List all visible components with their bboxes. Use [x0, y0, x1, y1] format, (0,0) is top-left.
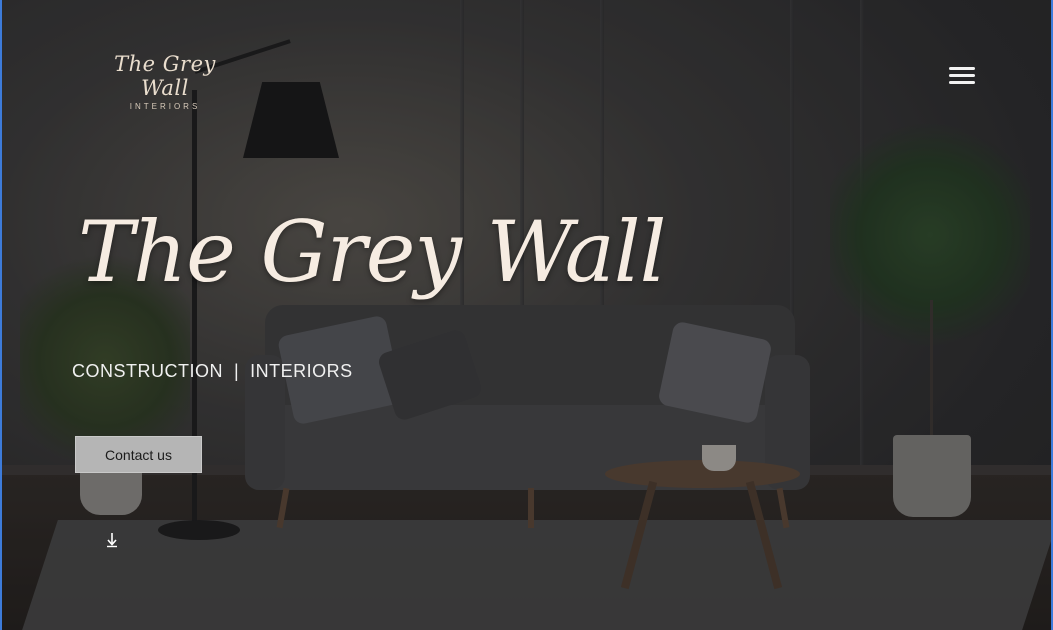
contact-us-button[interactable]: Contact us	[75, 436, 202, 473]
hamburger-menu-icon[interactable]	[945, 63, 979, 87]
frame-border-left	[0, 0, 2, 630]
hero-section: The Grey Wall INTERIORS The Grey Wall CO…	[0, 0, 1053, 630]
hero-tagline: CONSTRUCTION | INTERIORS	[72, 361, 353, 381]
site-logo[interactable]: The Grey Wall INTERIORS	[90, 52, 240, 111]
logo-title: The Grey Wall	[114, 52, 216, 100]
logo-subtitle: INTERIORS	[129, 102, 201, 111]
arrow-down-icon[interactable]	[104, 530, 120, 548]
hero-title: The Grey Wall	[78, 203, 667, 301]
